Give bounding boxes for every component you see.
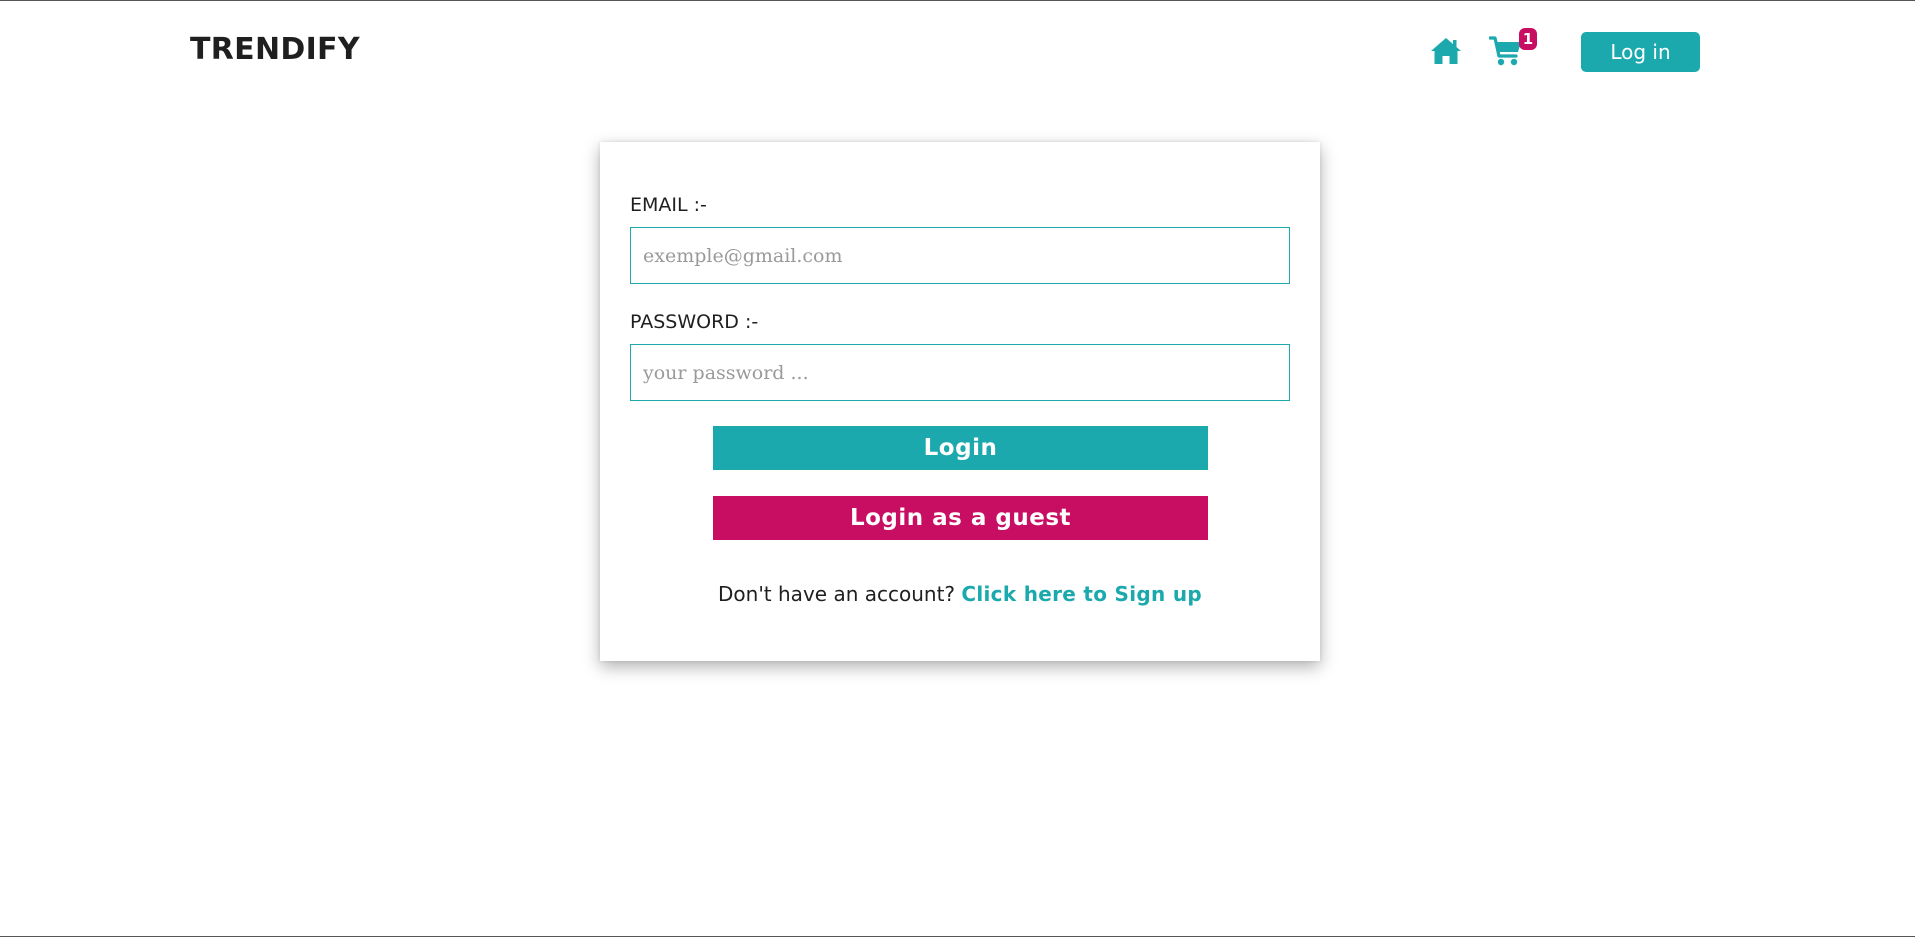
signup-prompt-text: Don't have an account? [718, 582, 956, 606]
login-button[interactable]: Login [713, 426, 1208, 470]
guest-login-button[interactable]: Login as a guest [713, 496, 1208, 540]
email-input[interactable] [630, 227, 1290, 284]
brand-logo[interactable]: TRENDIFY [190, 32, 360, 67]
home-icon[interactable] [1430, 37, 1462, 65]
signup-prompt: Don't have an account? Click here to Sig… [600, 582, 1320, 606]
email-label: EMAIL :- [630, 194, 707, 216]
navbar: TRENDIFY 1 Log in [0, 1, 1915, 101]
cart-count-badge: 1 [1519, 28, 1537, 50]
page: TRENDIFY 1 Log in EMAIL :- PASSWORD :- L… [0, 0, 1915, 937]
cart-button[interactable]: 1 [1489, 28, 1537, 69]
login-card: EMAIL :- PASSWORD :- Login Login as a gu… [600, 142, 1320, 661]
cart-icon [1489, 36, 1521, 66]
password-input[interactable] [630, 344, 1290, 401]
password-label: PASSWORD :- [630, 311, 759, 333]
signup-link[interactable]: Click here to Sign up [961, 582, 1202, 606]
header-login-button[interactable]: Log in [1581, 32, 1700, 72]
